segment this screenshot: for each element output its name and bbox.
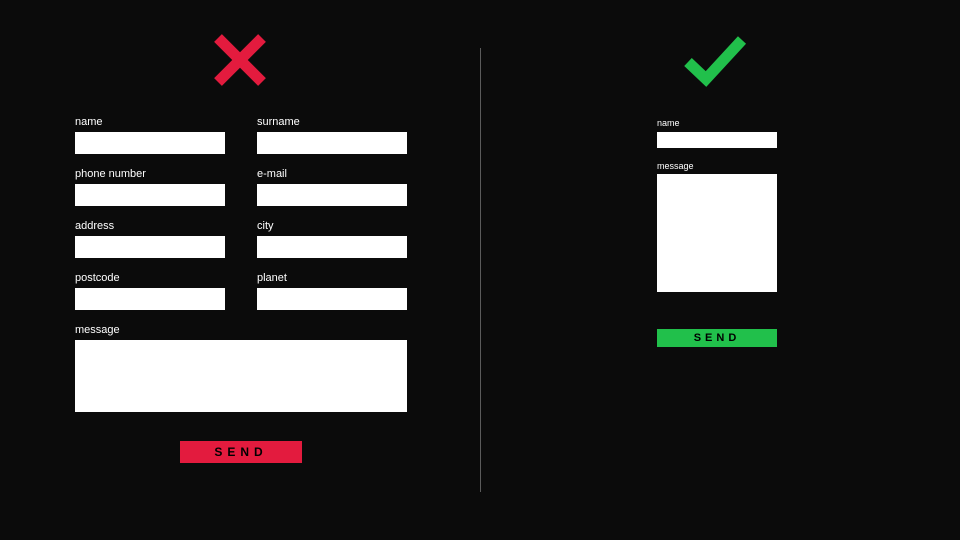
input-name[interactable] xyxy=(75,132,225,154)
send-button-good[interactable]: SEND xyxy=(657,329,777,347)
bad-form: name surname phone number e-mail address xyxy=(75,116,407,463)
vertical-divider xyxy=(480,48,481,492)
send-button-bad[interactable]: SEND xyxy=(180,441,302,463)
input-message[interactable] xyxy=(75,340,407,412)
label-phone: phone number xyxy=(75,168,225,180)
label-name-good: name xyxy=(657,118,777,128)
label-message-good: message xyxy=(657,161,777,171)
good-form: name message SEND xyxy=(657,118,777,347)
input-email[interactable] xyxy=(257,184,407,206)
field-address: address xyxy=(75,220,225,258)
field-city: city xyxy=(257,220,407,258)
input-name-good[interactable] xyxy=(657,132,777,148)
label-email: e-mail xyxy=(257,168,407,180)
input-planet[interactable] xyxy=(257,288,407,310)
field-message: message xyxy=(75,324,407,417)
field-surname: surname xyxy=(257,116,407,154)
input-phone[interactable] xyxy=(75,184,225,206)
field-name-good: name xyxy=(657,118,777,149)
cross-icon xyxy=(210,30,270,90)
field-planet: planet xyxy=(257,272,407,310)
label-address: address xyxy=(75,220,225,232)
label-city: city xyxy=(257,220,407,232)
input-postcode[interactable] xyxy=(75,288,225,310)
input-city[interactable] xyxy=(257,236,407,258)
label-message: message xyxy=(75,324,407,336)
label-surname: surname xyxy=(257,116,407,128)
label-name: name xyxy=(75,116,225,128)
field-postcode: postcode xyxy=(75,272,225,310)
input-message-good[interactable] xyxy=(657,174,777,292)
input-surname[interactable] xyxy=(257,132,407,154)
field-phone: phone number xyxy=(75,168,225,206)
field-name: name xyxy=(75,116,225,154)
label-planet: planet xyxy=(257,272,407,284)
field-message-good: message xyxy=(657,161,777,297)
field-email: e-mail xyxy=(257,168,407,206)
label-postcode: postcode xyxy=(75,272,225,284)
check-icon xyxy=(680,30,750,90)
input-address[interactable] xyxy=(75,236,225,258)
